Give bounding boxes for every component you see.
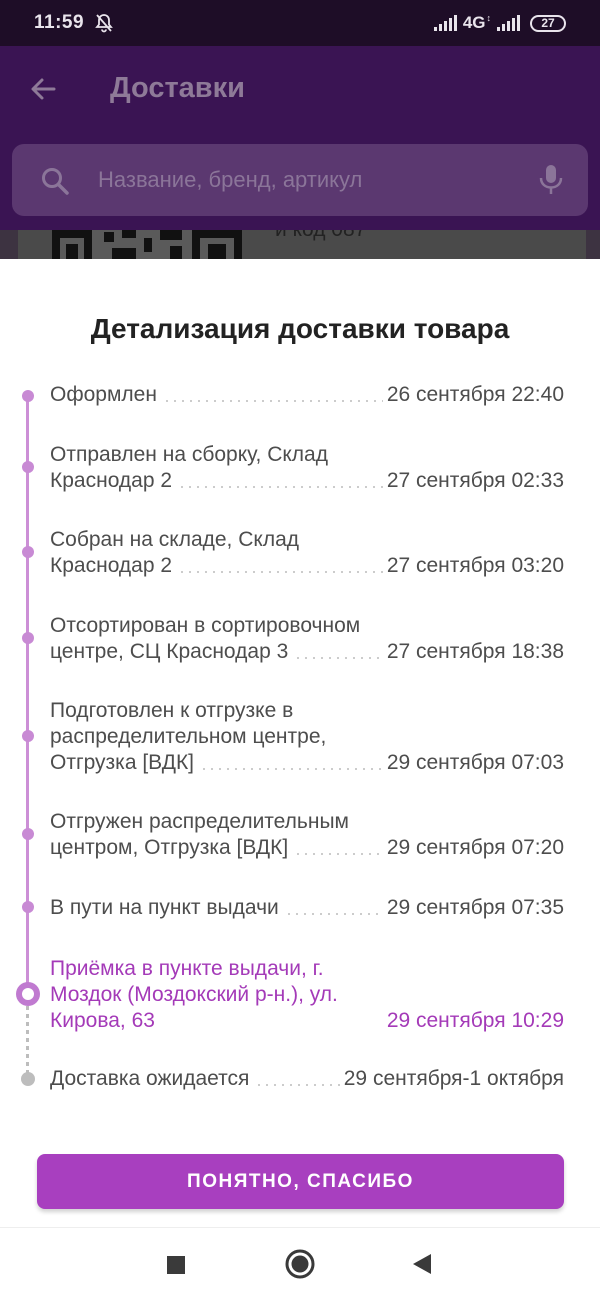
event-status-cont: распределительном центре, <box>50 725 327 748</box>
arrow-left-icon[interactable] <box>28 74 58 109</box>
leader-dots <box>294 853 383 855</box>
timeline-dot <box>21 546 34 558</box>
timeline-event: Отсортирован в сортировочном центре, СЦ … <box>50 613 564 665</box>
search-area <box>0 136 600 230</box>
event-status: В пути на пункт выдачи <box>50 896 279 919</box>
timeline-event: Подготовлен к отгрузке в распределительн… <box>50 698 564 776</box>
event-status: Отправлен на сборку, Склад <box>50 443 328 466</box>
search-icon[interactable] <box>40 166 70 201</box>
event-row: Доставка ожидается 29 сентября-1 октября <box>50 1066 564 1092</box>
search-input[interactable] <box>98 160 528 200</box>
qr-code-icon <box>52 230 242 260</box>
sheet-title: Детализация доставки товара <box>90 313 510 344</box>
event-status-cont: Кирова, 63 <box>50 1009 155 1032</box>
timeline-event: Собран на складе, Склад Краснодар 2 27 с… <box>50 527 564 579</box>
network-type: 4G ↕ <box>462 13 491 32</box>
timeline-dot <box>21 730 34 742</box>
event-status: Отгружен распределительным <box>50 810 349 833</box>
leader-dots <box>162 400 383 402</box>
event-row: центром, Отгрузка [ВДК] 29 сентября 07:2… <box>50 835 564 861</box>
status-right: 4G ↕ 27 <box>433 13 566 33</box>
leader-dots <box>294 657 383 659</box>
event-row: Краснодар 2 27 сентября 03:20 <box>50 553 564 579</box>
leader-dots <box>178 571 383 573</box>
delivery-code-text: и код 087 <box>275 230 366 242</box>
leader-dots <box>284 913 383 915</box>
leader-dots <box>178 486 383 488</box>
timeline-event-pending: Доставка ожидается 29 сентября-1 октября <box>50 1066 564 1092</box>
event-status-cont: Краснодар 2 <box>50 469 173 492</box>
search-bar[interactable] <box>12 144 588 216</box>
timeline-dot-pending <box>20 1072 35 1086</box>
timeline-dot <box>21 901 34 913</box>
event-status-cont: Отгрузка [ВДК] <box>50 751 195 774</box>
event-date: 29 сентября-1 октября <box>343 1067 564 1090</box>
status-time: 11:59 <box>34 12 85 33</box>
event-row: Кирова, 63 29 сентября 10:29 <box>50 1008 564 1034</box>
timeline-event: Отправлен на сборку, Склад Краснодар 2 2… <box>50 442 564 494</box>
timeline-event: В пути на пункт выдачи 29 сентября 07:35 <box>50 895 564 921</box>
recent-apps-icon[interactable] <box>165 1250 187 1283</box>
event-date: 27 сентября 02:33 <box>386 469 564 492</box>
event-status: Приёмка в пункте выдачи, г. <box>50 957 324 980</box>
event-date: 29 сентября 10:29 <box>386 1009 564 1032</box>
leader-dots <box>200 768 383 770</box>
battery-icon: 27 <box>530 14 566 32</box>
timeline-dot <box>21 828 34 840</box>
event-status: Собран на складе, Склад <box>50 528 300 551</box>
home-icon[interactable] <box>284 1248 316 1285</box>
timeline-event: Отгружен распределительным центром, Отгр… <box>50 809 564 861</box>
app-bar: Доставки <box>0 46 600 136</box>
event-row: центре, СЦ Краснодар 3 27 сентября 18:38 <box>50 639 564 665</box>
timeline-event: Оформлен 26 сентября 22:40 <box>50 382 564 408</box>
event-row: В пути на пункт выдачи 29 сентября 07:35 <box>50 895 564 921</box>
signal-icon <box>497 15 520 31</box>
event-row: Отгрузка [ВДК] 29 сентября 07:03 <box>50 750 564 776</box>
signal-icon <box>433 15 457 31</box>
event-date: 27 сентября 18:38 <box>386 640 564 663</box>
page-title: Доставки <box>110 72 245 104</box>
event-date: 29 сентября 07:35 <box>386 896 564 919</box>
event-row: Оформлен 26 сентября 22:40 <box>50 382 564 408</box>
event-status-cont: центром, Отгрузка [ВДК] <box>50 836 289 859</box>
bell-off-icon <box>94 13 114 33</box>
ok-thanks-button[interactable]: ПОНЯТНО, СПАСИБО <box>37 1154 564 1209</box>
event-status-cont: Моздок (Моздокский р-н.), ул. <box>50 983 338 1006</box>
timeline-dot <box>21 390 34 402</box>
event-row: Краснодар 2 27 сентября 02:33 <box>50 468 564 494</box>
microphone-icon[interactable] <box>538 164 564 201</box>
event-status-cont: Краснодар 2 <box>50 554 173 577</box>
system-nav-bar <box>0 1227 600 1299</box>
timeline-line-pending <box>26 1006 29 1074</box>
timeline-dot <box>21 461 34 473</box>
battery-level: 27 <box>541 16 555 30</box>
event-status-cont: центре, СЦ Краснодар 3 <box>50 640 289 663</box>
event-status: Оформлен <box>50 383 157 406</box>
timeline-dot-active <box>15 982 40 1006</box>
event-status: Подготовлен к отгрузке в <box>50 699 294 722</box>
event-date: 29 сентября 07:03 <box>386 751 564 774</box>
timeline-event-active: Приёмка в пункте выдачи, г. Моздок (Мозд… <box>50 956 564 1034</box>
event-date: 29 сентября 07:20 <box>386 836 564 859</box>
leader-spacer <box>161 1026 383 1028</box>
status-bar: 11:59 4G ↕ 27 <box>0 0 600 46</box>
background-delivery-card: и код 087 <box>0 230 600 260</box>
event-status: Отсортирован в сортировочном <box>50 614 361 637</box>
event-date: 26 сентября 22:40 <box>386 383 564 406</box>
event-status: Доставка ожидается <box>50 1067 250 1090</box>
event-date: 27 сентября 03:20 <box>386 554 564 577</box>
delivery-details-sheet: Детализация доставки товара Оформлен 26 … <box>0 259 600 1227</box>
back-icon[interactable] <box>410 1250 434 1283</box>
leader-dots <box>255 1084 340 1086</box>
timeline-dot <box>21 632 34 644</box>
